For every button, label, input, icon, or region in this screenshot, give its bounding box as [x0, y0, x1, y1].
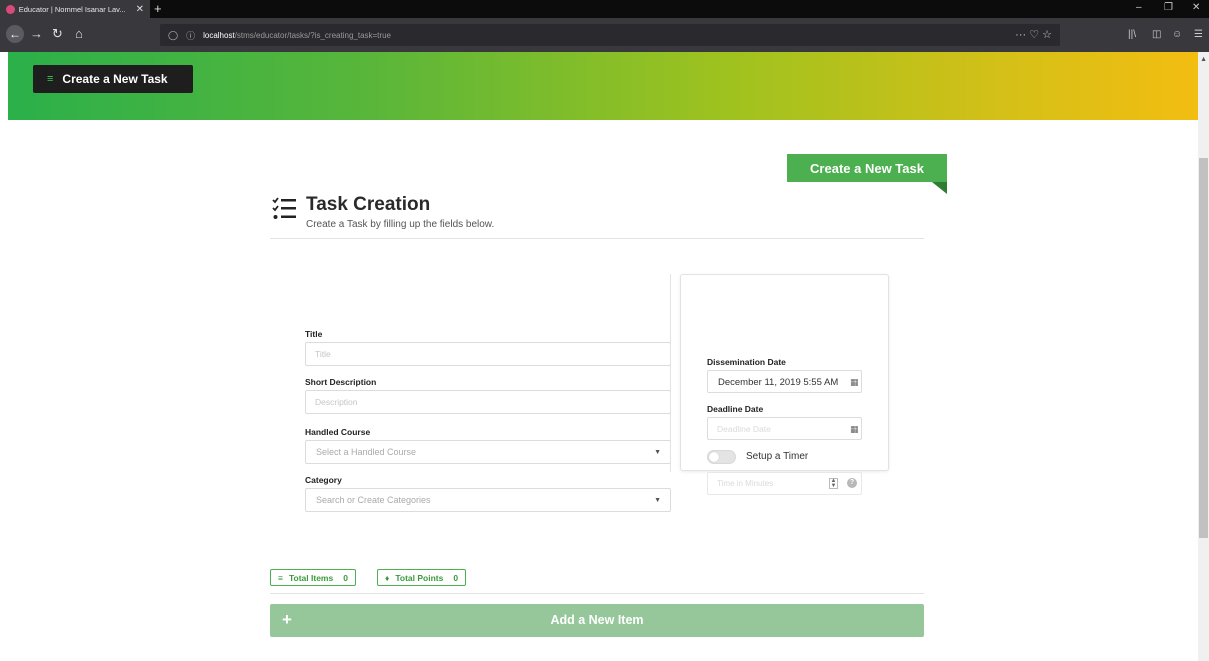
handled-course-select[interactable]: Select a Handled Course ▼	[305, 440, 671, 464]
short-description-input[interactable]: Description	[305, 390, 671, 414]
form-column-divider	[670, 274, 671, 472]
reload-icon[interactable]: ↻	[52, 26, 63, 42]
total-points-value: 0	[453, 572, 459, 583]
add-new-item-button[interactable]: Add a New Item +	[270, 604, 924, 637]
plus-icon: +	[282, 610, 292, 629]
toggle-knob	[709, 452, 719, 462]
url-host: localhost	[203, 30, 235, 40]
help-icon[interactable]: ?	[847, 478, 857, 488]
close-tab-icon[interactable]: ✕	[136, 4, 144, 15]
task-list-icon	[272, 197, 296, 219]
handled-course-label: Handled Course	[305, 427, 371, 437]
page-actions-icon[interactable]: ··· ♡ ☆	[1015, 28, 1052, 41]
chevron-down-icon: ▼	[654, 497, 661, 504]
deadline-date-input[interactable]: Deadline Date	[707, 417, 862, 440]
address-bar[interactable]: ◯ ⓘ localhost/stms/educator/tasks/?is_cr…	[160, 24, 1060, 46]
url-text[interactable]: localhost/stms/educator/tasks/?is_creati…	[203, 31, 391, 40]
menu-icon[interactable]: ☰	[1194, 29, 1203, 40]
page-subtitle: Create a Task by filling up the fields b…	[306, 219, 495, 230]
ribbon-label: Create a New Task	[810, 160, 924, 176]
sidebar-icon[interactable]: ◫	[1152, 29, 1161, 40]
close-window-button[interactable]: ✕	[1192, 2, 1200, 13]
total-items-badge: ≡ Total Items 0	[270, 569, 356, 586]
new-tab-button[interactable]: +	[154, 1, 162, 17]
browser-tab-bar: Educator | Nommel Isanar Lav... ✕ + – ❐ …	[0, 0, 1209, 18]
page-scrollbar[interactable]	[1198, 52, 1209, 661]
category-select[interactable]: Search or Create Categories ▼	[305, 488, 671, 512]
scroll-up-icon[interactable]: ▲	[1200, 56, 1207, 63]
list-check-icon: ≡	[47, 73, 54, 85]
calendar-icon[interactable]: ▦	[850, 424, 859, 435]
header-banner: ≡ Create a New Task	[8, 52, 1198, 120]
dissemination-date-value: December 11, 2019 5:55 AM	[718, 377, 839, 388]
total-points-label: Total Points	[395, 572, 444, 583]
title-input[interactable]: Title	[305, 342, 671, 366]
account-icon[interactable]: ☺	[1172, 29, 1182, 40]
dissemination-date-label: Dissemination Date	[707, 357, 786, 367]
site-favicon-icon	[6, 4, 15, 14]
deadline-date-label: Deadline Date	[707, 404, 764, 414]
shield-icon[interactable]: ◯	[168, 30, 178, 41]
browser-tab[interactable]: Educator | Nommel Isanar Lav... ✕	[0, 0, 150, 18]
chevron-down-icon: ▼	[654, 449, 661, 456]
number-spinner-icon[interactable]: ▲ ▼	[829, 478, 838, 489]
category-label: Category	[305, 475, 342, 485]
banner-button-label: Create a New Task	[62, 72, 168, 86]
heading-divider	[270, 238, 924, 239]
handled-course-placeholder: Select a Handled Course	[316, 447, 417, 457]
back-arrow-icon[interactable]: ←	[6, 25, 24, 43]
ribbon-tail	[932, 182, 947, 194]
title-label: Title	[305, 329, 323, 339]
library-icon[interactable]: ||\	[1128, 29, 1136, 40]
url-path: /stms/educator/tasks/?is_creating_task=t…	[234, 30, 391, 40]
total-items-value: 0	[343, 572, 348, 583]
home-icon[interactable]: ⌂	[75, 26, 83, 42]
minimize-window-button[interactable]: –	[1136, 2, 1142, 13]
tab-title: Educator | Nommel Isanar Lav...	[18, 4, 126, 14]
scrollbar-thumb[interactable]	[1199, 158, 1208, 538]
timer-toggle[interactable]	[707, 450, 736, 464]
info-icon[interactable]: ⓘ	[186, 29, 195, 42]
forward-arrow-icon[interactable]: →	[30, 26, 43, 42]
add-item-label: Add a New Item	[550, 613, 644, 627]
calendar-icon[interactable]: ▦	[850, 377, 859, 388]
timer-toggle-label: Setup a Timer	[746, 451, 809, 462]
timer-minutes-input[interactable]: Time in Minutes ▲ ▼ ?	[707, 472, 862, 495]
short-description-label: Short Description	[305, 377, 377, 387]
fire-icon: ♦	[385, 572, 390, 583]
create-task-banner-button[interactable]: ≡ Create a New Task	[33, 65, 193, 93]
create-task-ribbon: Create a New Task	[787, 154, 947, 182]
category-placeholder: Search or Create Categories	[316, 495, 431, 505]
restore-window-button[interactable]: ❐	[1164, 2, 1173, 13]
total-points-badge: ♦ Total Points 0	[377, 569, 467, 586]
list-icon: ≡	[278, 572, 283, 583]
browser-nav-bar: ← → ↻ ⌂ ◯ ⓘ localhost/stms/educator/task…	[0, 18, 1209, 52]
total-items-label: Total Items	[288, 572, 334, 583]
timer-placeholder: Time in Minutes	[717, 479, 774, 488]
stats-divider	[270, 593, 924, 594]
page-title: Task Creation	[306, 194, 431, 215]
